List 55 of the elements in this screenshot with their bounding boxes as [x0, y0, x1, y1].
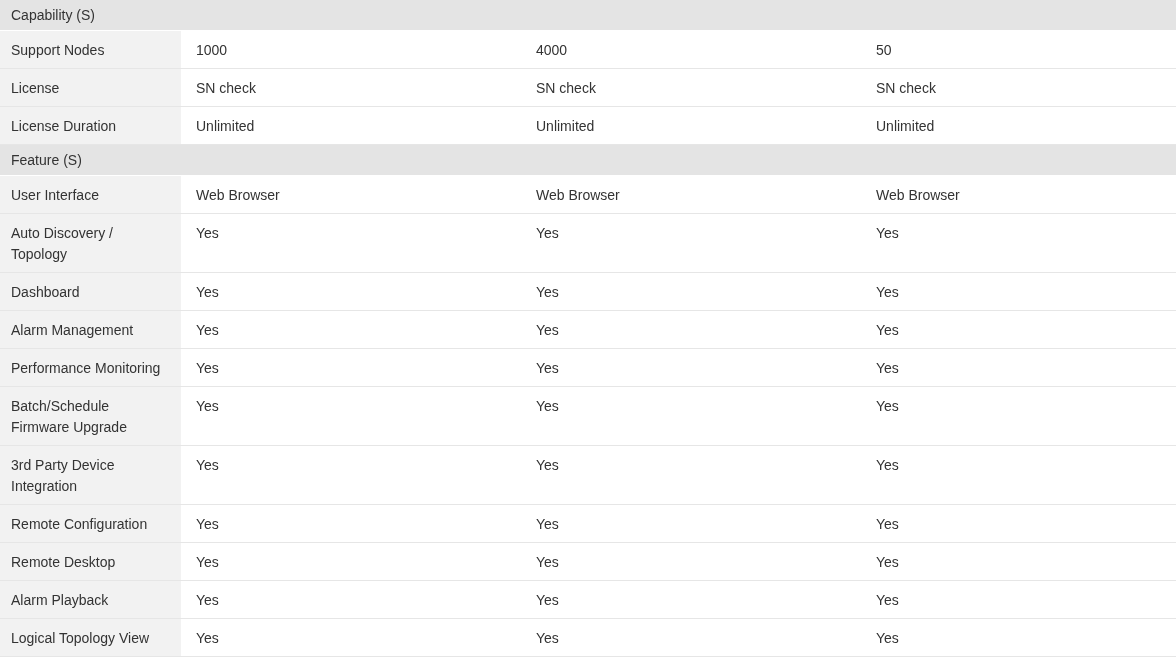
table-cell: Yes	[181, 581, 521, 619]
table-cell: Yes	[521, 505, 861, 543]
row-label: Logical Topology View	[0, 619, 181, 657]
table-cell: Yes	[861, 387, 1176, 446]
table-cell: Yes	[181, 387, 521, 446]
table-cell: Yes	[181, 349, 521, 387]
table-cell: SN check	[861, 69, 1176, 107]
table-cell: Yes	[861, 273, 1176, 311]
table-cell: Yes	[521, 311, 861, 349]
table-cell: Yes	[181, 505, 521, 543]
row-label: Support Nodes	[0, 31, 181, 69]
table-cell: Yes	[861, 446, 1176, 505]
row-label: Remote Desktop	[0, 543, 181, 581]
section-header: Feature (S)	[0, 145, 1176, 176]
table-cell: Yes	[181, 214, 521, 273]
table-cell: Web Browser	[861, 176, 1176, 214]
table-cell: Yes	[181, 619, 521, 657]
table-cell: Web Browser	[181, 176, 521, 214]
table-cell: 50	[861, 31, 1176, 69]
table-cell: Yes	[521, 581, 861, 619]
table-cell: Yes	[181, 273, 521, 311]
row-label: Alarm Management	[0, 311, 181, 349]
table-cell: Yes	[521, 543, 861, 581]
table-cell: Yes	[861, 311, 1176, 349]
table-cell: Yes	[861, 581, 1176, 619]
table-cell: Yes	[521, 214, 861, 273]
section-header: Capability (S)	[0, 0, 1176, 31]
table-cell: Yes	[861, 543, 1176, 581]
row-label: 3rd Party Device Integration	[0, 446, 181, 505]
table-cell: 4000	[521, 31, 861, 69]
table-cell: Yes	[521, 446, 861, 505]
table-cell: SN check	[521, 69, 861, 107]
table-cell: Yes	[181, 543, 521, 581]
table-cell: 1000	[181, 31, 521, 69]
row-label: License Duration	[0, 107, 181, 145]
row-label: Batch/Schedule Firmware Upgrade	[0, 387, 181, 446]
table-cell: Yes	[521, 273, 861, 311]
row-label: Performance Monitoring	[0, 349, 181, 387]
row-label: Alarm Playback	[0, 581, 181, 619]
table-cell: Yes	[181, 446, 521, 505]
table-cell: Yes	[181, 311, 521, 349]
table-cell: Yes	[521, 619, 861, 657]
row-label: User Interface	[0, 176, 181, 214]
table-cell: Yes	[521, 387, 861, 446]
row-label: License	[0, 69, 181, 107]
table-cell: Yes	[521, 349, 861, 387]
table-cell: SN check	[181, 69, 521, 107]
row-label: Dashboard	[0, 273, 181, 311]
table-cell: Web Browser	[521, 176, 861, 214]
table-cell: Yes	[861, 349, 1176, 387]
table-cell: Yes	[861, 505, 1176, 543]
table-cell: Yes	[861, 214, 1176, 273]
row-label: Auto Discovery / Topology	[0, 214, 181, 273]
row-label: Remote Configuration	[0, 505, 181, 543]
table-cell: Yes	[861, 619, 1176, 657]
